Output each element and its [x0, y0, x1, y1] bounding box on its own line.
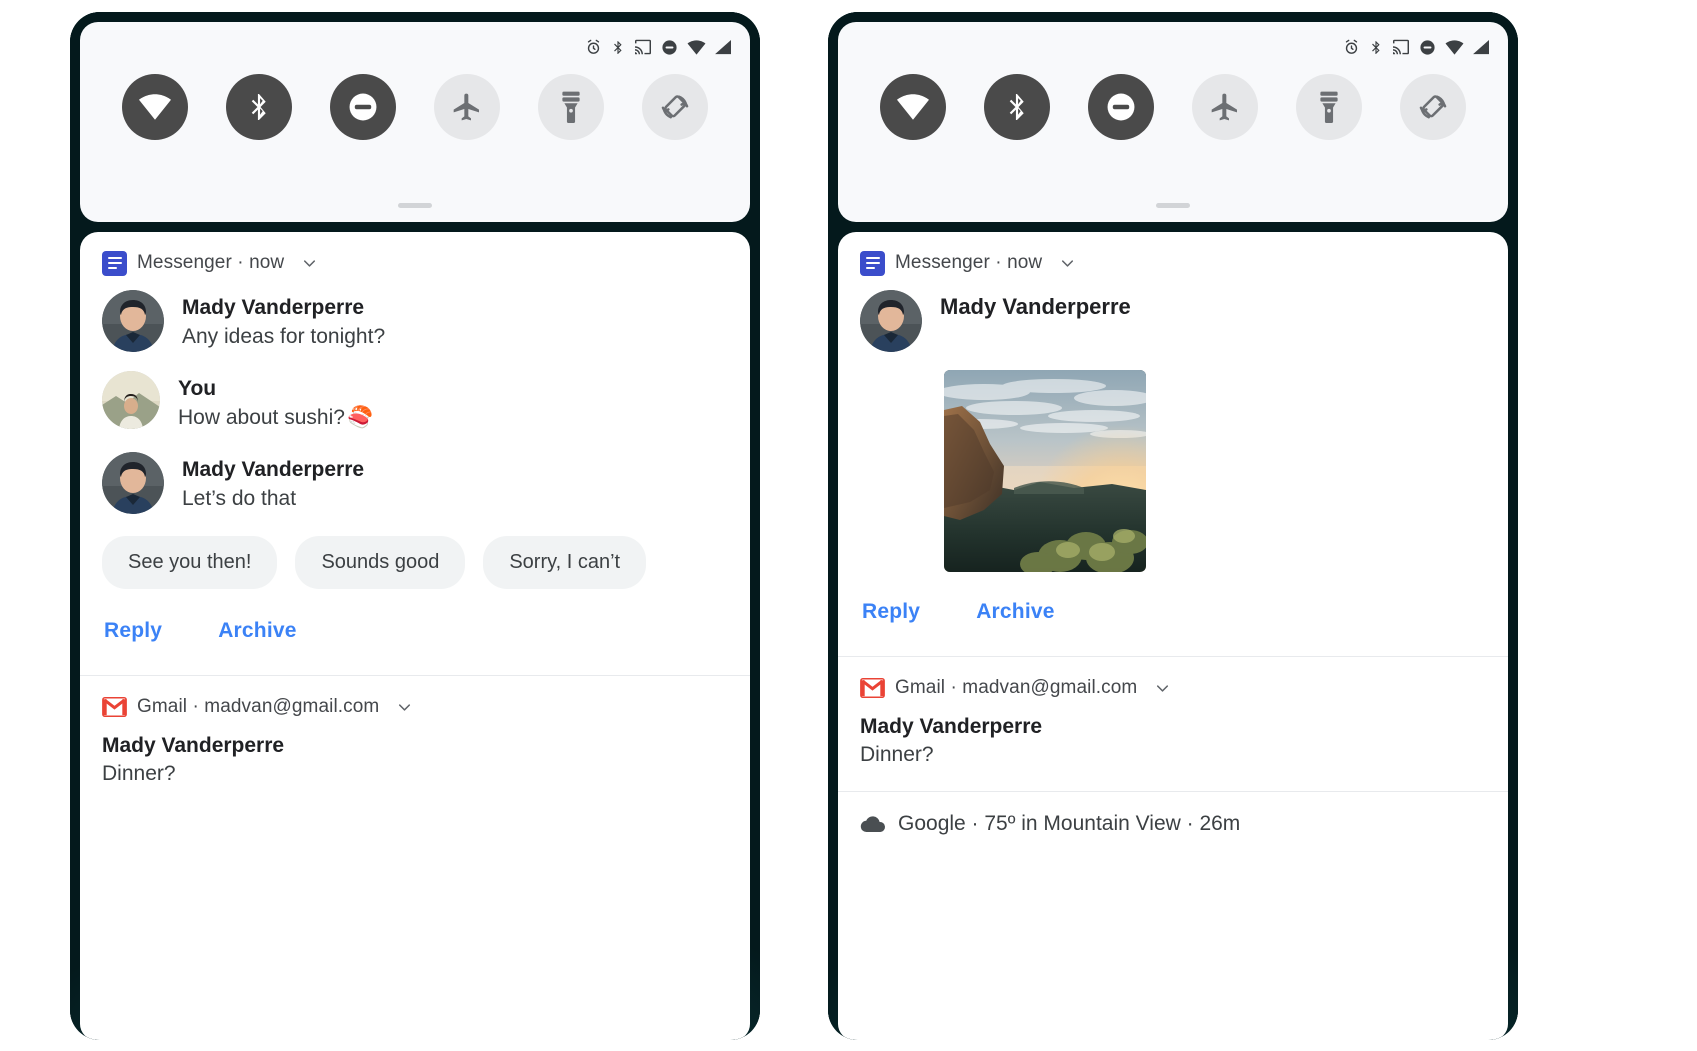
- notification-text: Dinner?: [860, 743, 934, 766]
- status-bar-right: [838, 22, 1508, 60]
- tile-bluetooth[interactable]: [226, 74, 292, 140]
- tile-do-not-disturb[interactable]: [1088, 74, 1154, 140]
- avatar-mady: [102, 290, 164, 352]
- notification-actions: Reply Archive: [102, 597, 728, 661]
- signal-icon: [1473, 39, 1490, 55]
- do-not-disturb-icon: [661, 39, 678, 56]
- status-bar-left: [80, 22, 750, 60]
- message-sender: Mady Vanderperre: [182, 457, 365, 481]
- notification-title: Mady Vanderperre: [860, 715, 1043, 738]
- archive-button[interactable]: Archive: [976, 600, 1054, 624]
- screen-right: Messenger · now Mady Vanderperre Reply A…: [828, 12, 1518, 1040]
- notification-messenger-right[interactable]: Messenger · now Mady Vanderperre Reply A…: [838, 232, 1508, 650]
- notification-messenger-left[interactable]: Messenger · now Mady Vanderperre Any ide…: [80, 232, 750, 669]
- tile-airplane-mode[interactable]: [1192, 74, 1258, 140]
- quick-settings-tiles-left: [80, 74, 750, 140]
- weather-label: Google · 75º in Mountain View · 26m: [898, 812, 1241, 835]
- tile-wifi[interactable]: [880, 74, 946, 140]
- notification-shade-left: Messenger · now Mady Vanderperre Any ide…: [80, 232, 750, 1040]
- notification-gmail-left[interactable]: Gmail · madvan@gmail.com Mady Vanderperr…: [80, 676, 750, 804]
- tile-wifi[interactable]: [122, 74, 188, 140]
- message-row: Mady Vanderperre Let’s do that: [102, 451, 728, 515]
- message-text: How about sushi? 🍣: [178, 403, 373, 433]
- big-picture-attachment[interactable]: [944, 370, 1146, 572]
- chevron-down-icon[interactable]: [1153, 679, 1172, 698]
- notification-weather-right[interactable]: Google · 75º in Mountain View · 26m: [838, 792, 1508, 858]
- message-sender: Mady Vanderperre: [940, 294, 1131, 319]
- notification-gmail-right[interactable]: Gmail · madvan@gmail.com Mady Vanderperr…: [838, 657, 1508, 785]
- wifi-icon: [687, 39, 706, 55]
- avatar-you: [102, 370, 160, 429]
- message-body: You How about sushi? 🍣: [178, 371, 373, 434]
- notification-text: Dinner?: [102, 762, 176, 786]
- smart-reply-chip[interactable]: Sounds good: [295, 536, 466, 590]
- chevron-down-icon[interactable]: [1058, 254, 1077, 273]
- quick-settings-tiles-right: [838, 74, 1508, 140]
- message-body: Mady Vanderperre: [940, 290, 1131, 320]
- tile-airplane-mode[interactable]: [434, 74, 500, 140]
- phone-right: Messenger · now Mady Vanderperre Reply A…: [828, 12, 1518, 1040]
- smart-reply-chip[interactable]: See you then!: [102, 536, 278, 590]
- quick-settings-drag-handle[interactable]: [398, 203, 432, 208]
- do-not-disturb-icon: [1419, 39, 1436, 56]
- cast-icon: [634, 39, 652, 55]
- avatar-mady: [860, 290, 922, 352]
- bluetooth-icon: [1369, 38, 1383, 56]
- tile-do-not-disturb[interactable]: [330, 74, 396, 140]
- message-row: Mady Vanderperre: [860, 290, 1486, 352]
- quick-settings-drag-handle[interactable]: [1156, 203, 1190, 208]
- tile-flashlight[interactable]: [1296, 74, 1362, 140]
- app-label: Gmail · madvan@gmail.com: [895, 677, 1138, 698]
- message-text: Any ideas for tonight?: [182, 325, 386, 349]
- screen-left: Messenger · now Mady Vanderperre Any ide…: [70, 12, 760, 1040]
- notification-actions: Reply Archive: [860, 578, 1486, 642]
- app-label: Messenger · now: [137, 252, 285, 273]
- message-sender: Mady Vanderperre: [182, 296, 365, 319]
- tile-flashlight[interactable]: [538, 74, 604, 140]
- tile-auto-rotate[interactable]: [642, 74, 708, 140]
- notification-shade-right: Messenger · now Mady Vanderperre Reply A…: [838, 232, 1508, 1040]
- message-body: Mady Vanderperre Any ideas for tonight?: [182, 290, 385, 353]
- alarm-icon: [1343, 39, 1360, 56]
- chevron-down-icon[interactable]: [300, 254, 319, 273]
- tile-bluetooth[interactable]: [984, 74, 1050, 140]
- wifi-icon: [1445, 39, 1464, 55]
- messenger-icon: [860, 250, 885, 276]
- sushi-emoji: 🍣: [346, 406, 374, 430]
- app-label: Gmail · madvan@gmail.com: [137, 696, 380, 718]
- reply-button[interactable]: Reply: [104, 619, 162, 643]
- signal-icon: [715, 39, 732, 55]
- message-text-content: How about sushi?: [178, 406, 345, 430]
- app-label: Messenger · now: [895, 252, 1043, 273]
- quick-settings-card-left: [80, 22, 750, 222]
- reply-button[interactable]: Reply: [862, 600, 920, 624]
- bluetooth-icon: [611, 38, 625, 56]
- notification-header: Gmail · madvan@gmail.com: [102, 694, 728, 720]
- archive-button[interactable]: Archive: [218, 619, 296, 643]
- message-sender: You: [178, 376, 217, 400]
- smart-reply-chips: See you then! Sounds good Sorry, I can’t: [102, 536, 728, 590]
- screenshot-stage: Messenger · now Mady Vanderperre Any ide…: [0, 0, 1697, 1051]
- tile-auto-rotate[interactable]: [1400, 74, 1466, 140]
- cast-icon: [1392, 39, 1410, 55]
- messenger-icon: [102, 250, 127, 276]
- message-body: Mady Vanderperre Let’s do that: [182, 452, 364, 515]
- notification-header: Gmail · madvan@gmail.com: [860, 675, 1486, 701]
- notification-title: Mady Vanderperre: [102, 734, 285, 758]
- alarm-icon: [585, 39, 602, 56]
- notification-header: Messenger · now: [102, 250, 728, 276]
- notification-header: Messenger · now: [860, 250, 1486, 276]
- message-text: Let’s do that: [182, 486, 297, 510]
- message-row: Mady Vanderperre Any ideas for tonight?: [102, 290, 728, 353]
- message-row: You How about sushi? 🍣: [102, 370, 728, 434]
- avatar-mady: [102, 451, 164, 514]
- quick-settings-card-right: [838, 22, 1508, 222]
- phone-left: Messenger · now Mady Vanderperre Any ide…: [70, 12, 760, 1040]
- chevron-down-icon[interactable]: [395, 698, 414, 717]
- gmail-icon: [860, 678, 885, 698]
- cloud-icon: [860, 813, 886, 835]
- gmail-icon: [102, 697, 127, 718]
- smart-reply-chip[interactable]: Sorry, I can’t: [483, 536, 647, 590]
